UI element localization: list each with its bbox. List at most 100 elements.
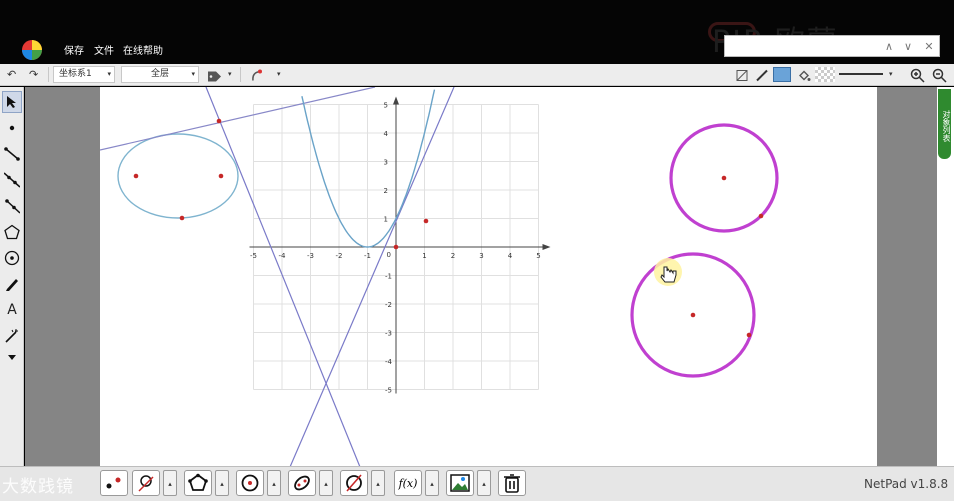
y-tick-label: 3 [384,159,388,167]
style-icon[interactable] [735,67,749,84]
construct-icon [346,474,362,492]
trace-icon[interactable] [250,67,264,84]
point-tool[interactable] [2,117,22,139]
coord-system-label: 坐标系1 [59,69,92,79]
polygon-tool-button[interactable] [184,470,212,496]
menu-help[interactable]: 在线帮助 [123,42,163,57]
right-gutter [877,87,937,467]
more-tools-button[interactable] [2,347,22,369]
line-style-caret[interactable]: ▾ [889,66,893,83]
line-descending[interactable] [205,87,361,467]
find-close-button[interactable]: ✕ [921,38,937,55]
measure-icon [138,475,154,492]
circle-lower-point[interactable] [746,332,752,338]
geometry-board[interactable]: -5 -4 -3 -2 -1 1 2 3 4 5 5 4 3 2 1 -1 -2 -3 -4 -5 0 [100,87,877,467]
text-tool[interactable]: A [2,299,22,321]
polygon-tool-caret[interactable]: ▴ [215,470,229,496]
redo-button[interactable]: ↷ [29,66,38,83]
x-tick-label: 5 [536,252,540,260]
y-tick-label: -5 [385,387,392,395]
parabola-curve[interactable] [301,89,436,248]
circle-tool-button[interactable] [236,470,264,496]
points-icon [106,477,121,489]
find-input[interactable] [729,39,879,54]
coord-system-select[interactable]: 坐标系1 ▾ [53,66,115,83]
construct-tool-caret[interactable]: ▴ [371,470,385,496]
fill-color-swatch[interactable] [773,67,791,82]
point-1-1[interactable] [423,218,429,224]
line-tool[interactable] [2,169,22,191]
zoom-in-icon[interactable] [910,67,925,84]
y-tick-label: 5 [384,102,388,110]
point-tool-button[interactable] [100,470,128,496]
circle-lower-center[interactable] [690,312,696,318]
undo-button[interactable]: ↶ [7,66,16,83]
y-tick-label: -2 [385,301,392,309]
circle-tool[interactable] [2,247,22,269]
origin-label: 0 [387,251,391,259]
pen-icon [6,279,18,291]
construct-tool-button[interactable] [340,470,368,496]
line-top[interactable] [100,87,376,151]
circle-tool-caret[interactable]: ▴ [267,470,281,496]
circle-upper-point[interactable] [758,213,764,219]
line-ascending[interactable] [289,87,455,467]
x-tick-label: -4 [279,252,287,260]
segment-tool[interactable] [2,143,22,165]
ray-tool[interactable] [2,195,22,217]
origin-point[interactable] [393,244,399,250]
y-tick-label: 1 [384,216,388,224]
circle-upper-center[interactable] [721,175,727,181]
opacity-swatch[interactable] [815,67,835,82]
coordinate-grid [249,96,551,394]
intersection-point[interactable] [216,118,222,124]
find-next-button[interactable]: ∨ [900,38,916,55]
magic-tool[interactable] [2,325,22,347]
find-bar: ∧ ∨ ✕ [724,35,940,57]
left-gutter [25,87,100,467]
chevron-down-icon: ▾ [107,70,111,78]
menu-file[interactable]: 文件 [94,42,114,57]
x-tick-label: 2 [451,252,455,260]
y-tick-label: -1 [385,273,392,281]
ellipse-focus-right[interactable] [218,173,224,179]
ellipse-icon [294,475,310,491]
polygon-tool[interactable] [2,221,22,243]
ellipse-point[interactable] [179,215,185,221]
pen-tool[interactable] [2,273,22,295]
ellipse-tool-button[interactable] [288,470,316,496]
menu-save[interactable]: 保存 [64,42,84,57]
line-color-icon[interactable] [755,67,769,84]
magic-wand-icon [5,329,18,343]
tag-icon[interactable] [207,68,223,85]
ellipse-tool-caret[interactable]: ▴ [319,470,333,496]
measure-tool-caret[interactable]: ▴ [163,470,177,496]
trace-dropdown-caret[interactable]: ▾ [277,66,281,83]
zoom-out-icon[interactable] [932,67,947,84]
delete-tool-button[interactable] [498,470,526,496]
chevron-down-icon: ▾ [191,70,195,78]
point-icon [9,125,15,131]
circle-icon [241,474,259,492]
image-tool-button[interactable] [446,470,474,496]
paint-bucket-icon[interactable] [797,67,811,84]
line-style-select[interactable] [839,73,883,75]
layer-select[interactable]: 全层 ▾ [121,66,199,83]
drawing-canvas[interactable]: -5 -4 -3 -2 -1 1 2 3 4 5 5 4 3 2 1 -1 -2 -3 -4 -5 0 [100,87,877,467]
trash-icon [504,474,520,493]
watermark: 大数践镜 [2,477,74,497]
ellipse-focus-left[interactable] [133,173,139,179]
y-tick-label: -4 [385,358,393,366]
tag-dropdown-caret[interactable]: ▾ [228,66,232,83]
y-tick-label: 4 [384,130,389,138]
measure-tool-button[interactable] [132,470,160,496]
x-tick-label: -3 [307,252,314,260]
function-tool-button[interactable]: f(x) [394,470,422,496]
object-list-tab[interactable]: 对象列表 [938,89,951,159]
x-tick-label: -2 [336,252,343,260]
ray-icon [5,199,20,214]
select-tool[interactable] [2,91,22,113]
image-tool-caret[interactable]: ▴ [477,470,491,496]
function-tool-caret[interactable]: ▴ [425,470,439,496]
find-prev-button[interactable]: ∧ [881,38,897,55]
